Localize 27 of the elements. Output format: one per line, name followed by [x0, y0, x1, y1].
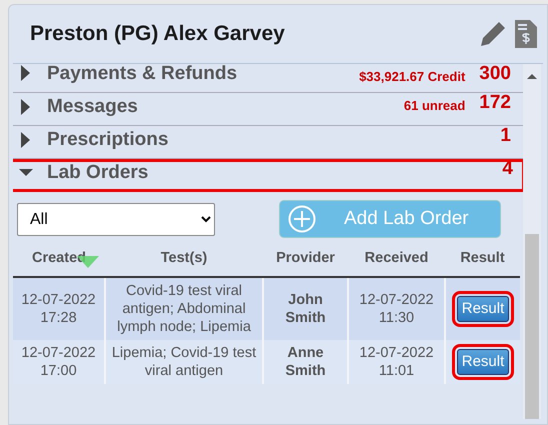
- section-title: Lab Orders: [47, 160, 148, 184]
- received-cell: 12-07-2022 11:30: [348, 276, 445, 340]
- section-title: Payments & Refunds: [47, 64, 238, 86]
- count: 172: [479, 93, 511, 112]
- section-header[interactable]: Payments & Refunds $33,921.67 Credit 300: [13, 64, 523, 93]
- created-cell: 12-07-2022 17:00: [13, 340, 105, 384]
- section-title: Messages: [47, 94, 138, 118]
- received-cell: 12-07-2022 11:01: [348, 340, 445, 384]
- section-note: 61 unread: [404, 97, 466, 115]
- scrollbar[interactable]: [523, 64, 541, 419]
- section-title: Prescriptions: [47, 128, 168, 152]
- filter-select[interactable]: All: [17, 202, 215, 236]
- invoice-icon[interactable]: [515, 20, 537, 48]
- count: 300: [479, 64, 511, 83]
- section-header[interactable]: Prescriptions 1: [13, 126, 523, 159]
- created-cell: 12-07-2022 17:28: [13, 276, 105, 340]
- section-note: $33,921.67 Credit: [359, 68, 466, 86]
- provider-cell: Anne Smith: [263, 340, 348, 384]
- section-header[interactable]: Messages 61 unread 172: [13, 93, 523, 126]
- tests-cell: Covid-19 test viral antigen; Abdominal lymph node; Lipemia: [105, 276, 263, 340]
- tests-cell: Lipemia; Covid-19 test viral antigen: [105, 340, 263, 384]
- count: 1: [500, 126, 511, 145]
- plus-icon: [288, 205, 316, 233]
- provider-cell: John Smith: [263, 276, 348, 340]
- pencil-icon[interactable]: [479, 20, 507, 48]
- patient-name: Preston (PG) Alex Garvey: [30, 21, 285, 48]
- scroll-up-icon[interactable]: [527, 72, 537, 80]
